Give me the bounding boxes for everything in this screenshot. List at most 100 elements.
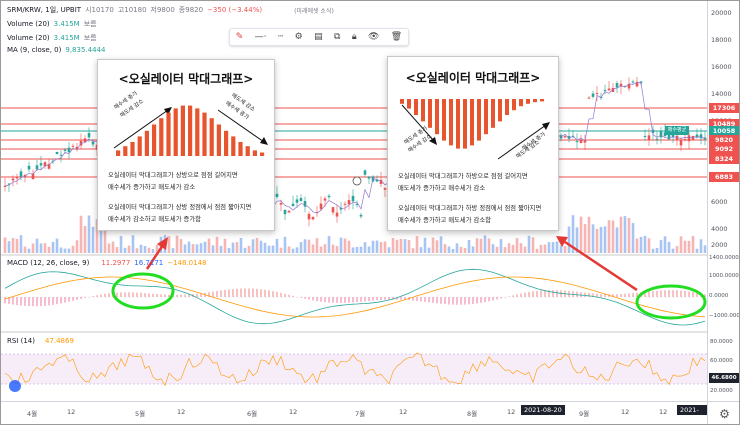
time-tick-label: 7월 xyxy=(355,410,366,418)
macd-histogram-bar xyxy=(312,297,314,301)
macd-histogram-bar xyxy=(632,293,634,297)
volume-bar xyxy=(267,245,271,253)
rsi-legend[interactable]: RSI (14) 47.4869 xyxy=(7,337,74,345)
card-right-bar xyxy=(421,99,425,122)
time-tick-label: 12 xyxy=(67,408,76,416)
candle-body xyxy=(303,200,307,207)
volume-bar xyxy=(219,245,223,253)
volume-bar xyxy=(255,237,259,253)
macd-histogram-bar xyxy=(96,295,98,297)
time-axis[interactable]: 2021-08-20 2021-10-06 4월 12 5월 12 6월 12 7월 12 8월… xyxy=(1,401,707,424)
volume-bar xyxy=(703,245,707,253)
candle-body xyxy=(299,198,303,201)
volume-bar xyxy=(51,241,55,253)
card-right-bar xyxy=(491,99,495,128)
symbol-name[interactable]: SRM/KRW, 1일, UPBIT xyxy=(7,5,81,15)
card-right-text-3: 오실레이터 막대그래프가 하방 정점에서 점점 짧아지면 xyxy=(398,205,542,212)
volume-bar xyxy=(639,236,643,253)
volume-bar xyxy=(91,226,95,253)
card-left-text-2: 매수세가 증가하고 매도세가 감소 xyxy=(108,184,196,191)
lock-icon[interactable]: 🔒︎ xyxy=(352,32,357,42)
arrowhead-left xyxy=(157,237,168,250)
macd-histogram-bar xyxy=(48,297,50,306)
gear-icon[interactable]: ⚙ xyxy=(295,32,303,42)
macd-histogram-bar xyxy=(540,290,542,297)
volume-bar xyxy=(635,238,639,253)
volume-bar xyxy=(59,247,63,253)
macd-histogram-bar xyxy=(588,292,590,297)
candle-body xyxy=(63,149,67,151)
eye-icon[interactable]: 👁︎ xyxy=(368,32,379,42)
ma-legend[interactable]: MA (9, close, 0) 9,835.4444 xyxy=(7,46,105,54)
line-style-icon[interactable]: —· xyxy=(255,32,267,42)
volume-bar xyxy=(247,245,251,253)
macd-histogram-bar xyxy=(616,294,618,297)
volume-bar xyxy=(43,243,47,253)
drawing-handle[interactable] xyxy=(352,176,362,186)
candle-body xyxy=(591,93,595,97)
macd-histogram-bar xyxy=(380,297,382,301)
candle-body xyxy=(579,140,583,143)
candle-body xyxy=(347,200,351,205)
volume-bar xyxy=(487,238,491,253)
volume-bar xyxy=(279,247,283,253)
volume-bar xyxy=(347,240,351,253)
volume-bar xyxy=(407,240,411,253)
rsi-value: 47.4869 xyxy=(44,337,74,345)
macd-histogram-bar xyxy=(388,297,390,300)
volume-bar xyxy=(495,246,499,253)
candle-body xyxy=(295,199,299,203)
volume-bar xyxy=(203,241,207,253)
macd-value-3: −148.0148 xyxy=(167,259,207,267)
volume-bar xyxy=(183,244,187,253)
macd-legend[interactable]: MACD (12, 26, close, 9) 11.2977 16.7171 … xyxy=(7,259,207,267)
line-width-icon[interactable]: ┄ xyxy=(278,32,283,42)
card-right-bar xyxy=(512,99,516,111)
volume-bar xyxy=(599,226,603,253)
settings-gear-icon[interactable]: ⚙ xyxy=(707,401,739,424)
watermark-text: (미래에셋 소식) xyxy=(294,7,334,15)
pencil-icon[interactable]: ✎ xyxy=(236,32,244,42)
copy-icon[interactable]: ⧉ xyxy=(334,32,340,42)
macd-histogram-bar xyxy=(28,297,30,307)
time-tick-label: 12 xyxy=(289,408,298,416)
volume-bar xyxy=(631,223,635,253)
card-right-bar xyxy=(400,99,404,104)
volume1-extra: 보름 xyxy=(83,20,97,28)
volume-bar xyxy=(83,226,87,253)
macd-histogram-bar xyxy=(340,297,342,303)
macd-histogram-bar xyxy=(264,289,266,297)
rsi-tick-label: 20.0000 xyxy=(710,388,733,394)
volume-bar xyxy=(47,246,51,253)
macd-histogram-bar xyxy=(528,291,530,297)
macd-histogram-bar xyxy=(680,290,682,297)
template-icon[interactable]: ▤ xyxy=(314,32,323,42)
macd-histogram-bar xyxy=(12,297,14,305)
symbol-legend: SRM/KRW, 1일, UPBIT 시10170 고10180 저9800 종… xyxy=(7,5,334,15)
time-tick-label: 12 xyxy=(177,408,186,416)
volume-bar xyxy=(603,226,607,253)
volume-bar xyxy=(671,248,675,253)
macd-histogram-bar xyxy=(356,297,358,303)
macd-histogram-bar xyxy=(668,290,670,297)
volume-bar xyxy=(643,235,647,253)
volume-legend-1[interactable]: Volume (20) 3.415M 보름 xyxy=(7,19,97,29)
volume-bar xyxy=(351,247,355,253)
volume-legend-2[interactable]: Volume (20) 3.415M 보름 xyxy=(7,33,97,43)
candle-body xyxy=(283,209,287,215)
volume-bar xyxy=(647,238,651,253)
macd-tick-label: 0.0000 xyxy=(709,293,729,299)
trash-icon[interactable]: 🗑︎ xyxy=(391,32,402,42)
volume-bar xyxy=(387,247,391,253)
candle-body xyxy=(615,83,619,88)
price-axis[interactable]: 2000018000160001400012000100008000600040… xyxy=(707,1,739,401)
macd-histogram-bar xyxy=(368,297,370,301)
change-value: −350 (−3.44%) xyxy=(207,6,263,14)
ma-label: MA (9, close, 0) xyxy=(7,46,62,54)
macd-histogram-bar xyxy=(144,293,146,297)
volume-bar xyxy=(507,243,511,253)
volume-bar xyxy=(127,245,131,253)
candle-body xyxy=(319,203,323,210)
macd-histogram-bar xyxy=(24,297,26,306)
volume-bar xyxy=(455,243,459,253)
